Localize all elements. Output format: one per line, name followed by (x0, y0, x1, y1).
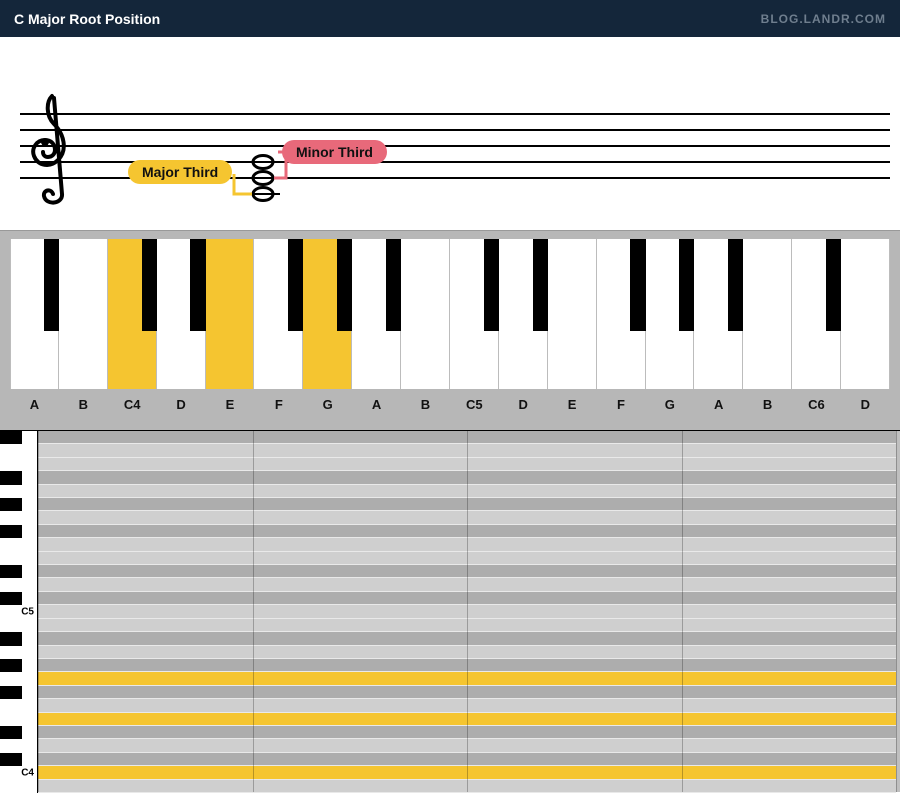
gutter-key (0, 578, 38, 591)
gutter-key (0, 565, 38, 578)
key-label: A (694, 397, 743, 412)
key-label: C5 (450, 397, 499, 412)
beat-line (38, 431, 39, 792)
staff-svg (0, 38, 900, 230)
beat-line (682, 431, 683, 792)
page-title: C Major Root Position (14, 11, 160, 27)
white-key[interactable] (206, 239, 255, 389)
gutter-key (0, 458, 38, 471)
gutter-key (0, 431, 38, 444)
white-key[interactable] (548, 239, 597, 389)
roll-divider (38, 792, 896, 793)
piano-keyboard[interactable] (10, 239, 890, 389)
key-label: D (157, 397, 206, 412)
gutter-key (0, 619, 38, 632)
gutter-key (0, 686, 38, 699)
music-staff: Major Third Minor Third (0, 38, 900, 230)
gutter-key (0, 498, 38, 511)
gutter-key (0, 726, 38, 739)
white-key[interactable] (841, 239, 890, 389)
gutter-key (0, 511, 38, 524)
key-label: A (352, 397, 401, 412)
brand-label: BLOG.LANDR.COM (761, 12, 886, 26)
treble-clef-icon (33, 96, 64, 203)
key-label: D (841, 397, 890, 412)
gutter-key (0, 659, 38, 672)
key-label: A (10, 397, 59, 412)
gutter-key (0, 525, 38, 538)
gutter-key (0, 672, 38, 685)
key-label: F (597, 397, 646, 412)
gutter-key (0, 444, 38, 457)
gutter-key (0, 485, 38, 498)
gutter-key (0, 552, 38, 565)
header-bar: C Major Root Position BLOG.LANDR.COM (0, 0, 900, 38)
major-third-label: Major Third (128, 160, 232, 184)
beat-line (467, 431, 468, 792)
key-label: G (303, 397, 352, 412)
beat-line (896, 431, 897, 792)
key-label: G (645, 397, 694, 412)
key-labels-row: ABC4DEFGABC5DEFGABC6D (10, 389, 890, 412)
gutter-key (0, 592, 38, 605)
gutter-key (0, 471, 38, 484)
minor-third-label: Minor Third (282, 140, 387, 164)
key-label: C6 (792, 397, 841, 412)
gutter-key (0, 646, 38, 659)
key-label: D (499, 397, 548, 412)
gutter-key: C4 (0, 766, 38, 779)
gutter-key (0, 739, 38, 752)
gutter-key (0, 713, 38, 726)
gutter-label: C4 (21, 767, 34, 778)
keyboard-section: ABC4DEFGABC5DEFGABC6D (0, 230, 900, 430)
white-key[interactable] (59, 239, 108, 389)
key-label: B (59, 397, 108, 412)
piano-roll-grid (38, 431, 896, 792)
white-key[interactable] (401, 239, 450, 389)
gutter-key (0, 699, 38, 712)
white-key[interactable] (743, 239, 792, 389)
key-label: B (743, 397, 792, 412)
key-label: B (401, 397, 450, 412)
gutter-key (0, 753, 38, 766)
gutter-key: C5 (0, 605, 38, 618)
key-label: C4 (108, 397, 157, 412)
key-label: E (548, 397, 597, 412)
gutter-key (0, 780, 38, 793)
beat-line (253, 431, 254, 792)
piano-roll[interactable]: C5 C4 (0, 430, 900, 792)
gutter-key (0, 632, 38, 645)
gutter-key (0, 538, 38, 551)
key-label: F (254, 397, 303, 412)
piano-roll-gutter: C5 C4 (0, 431, 38, 792)
key-label: E (206, 397, 255, 412)
gutter-label: C5 (21, 606, 34, 617)
